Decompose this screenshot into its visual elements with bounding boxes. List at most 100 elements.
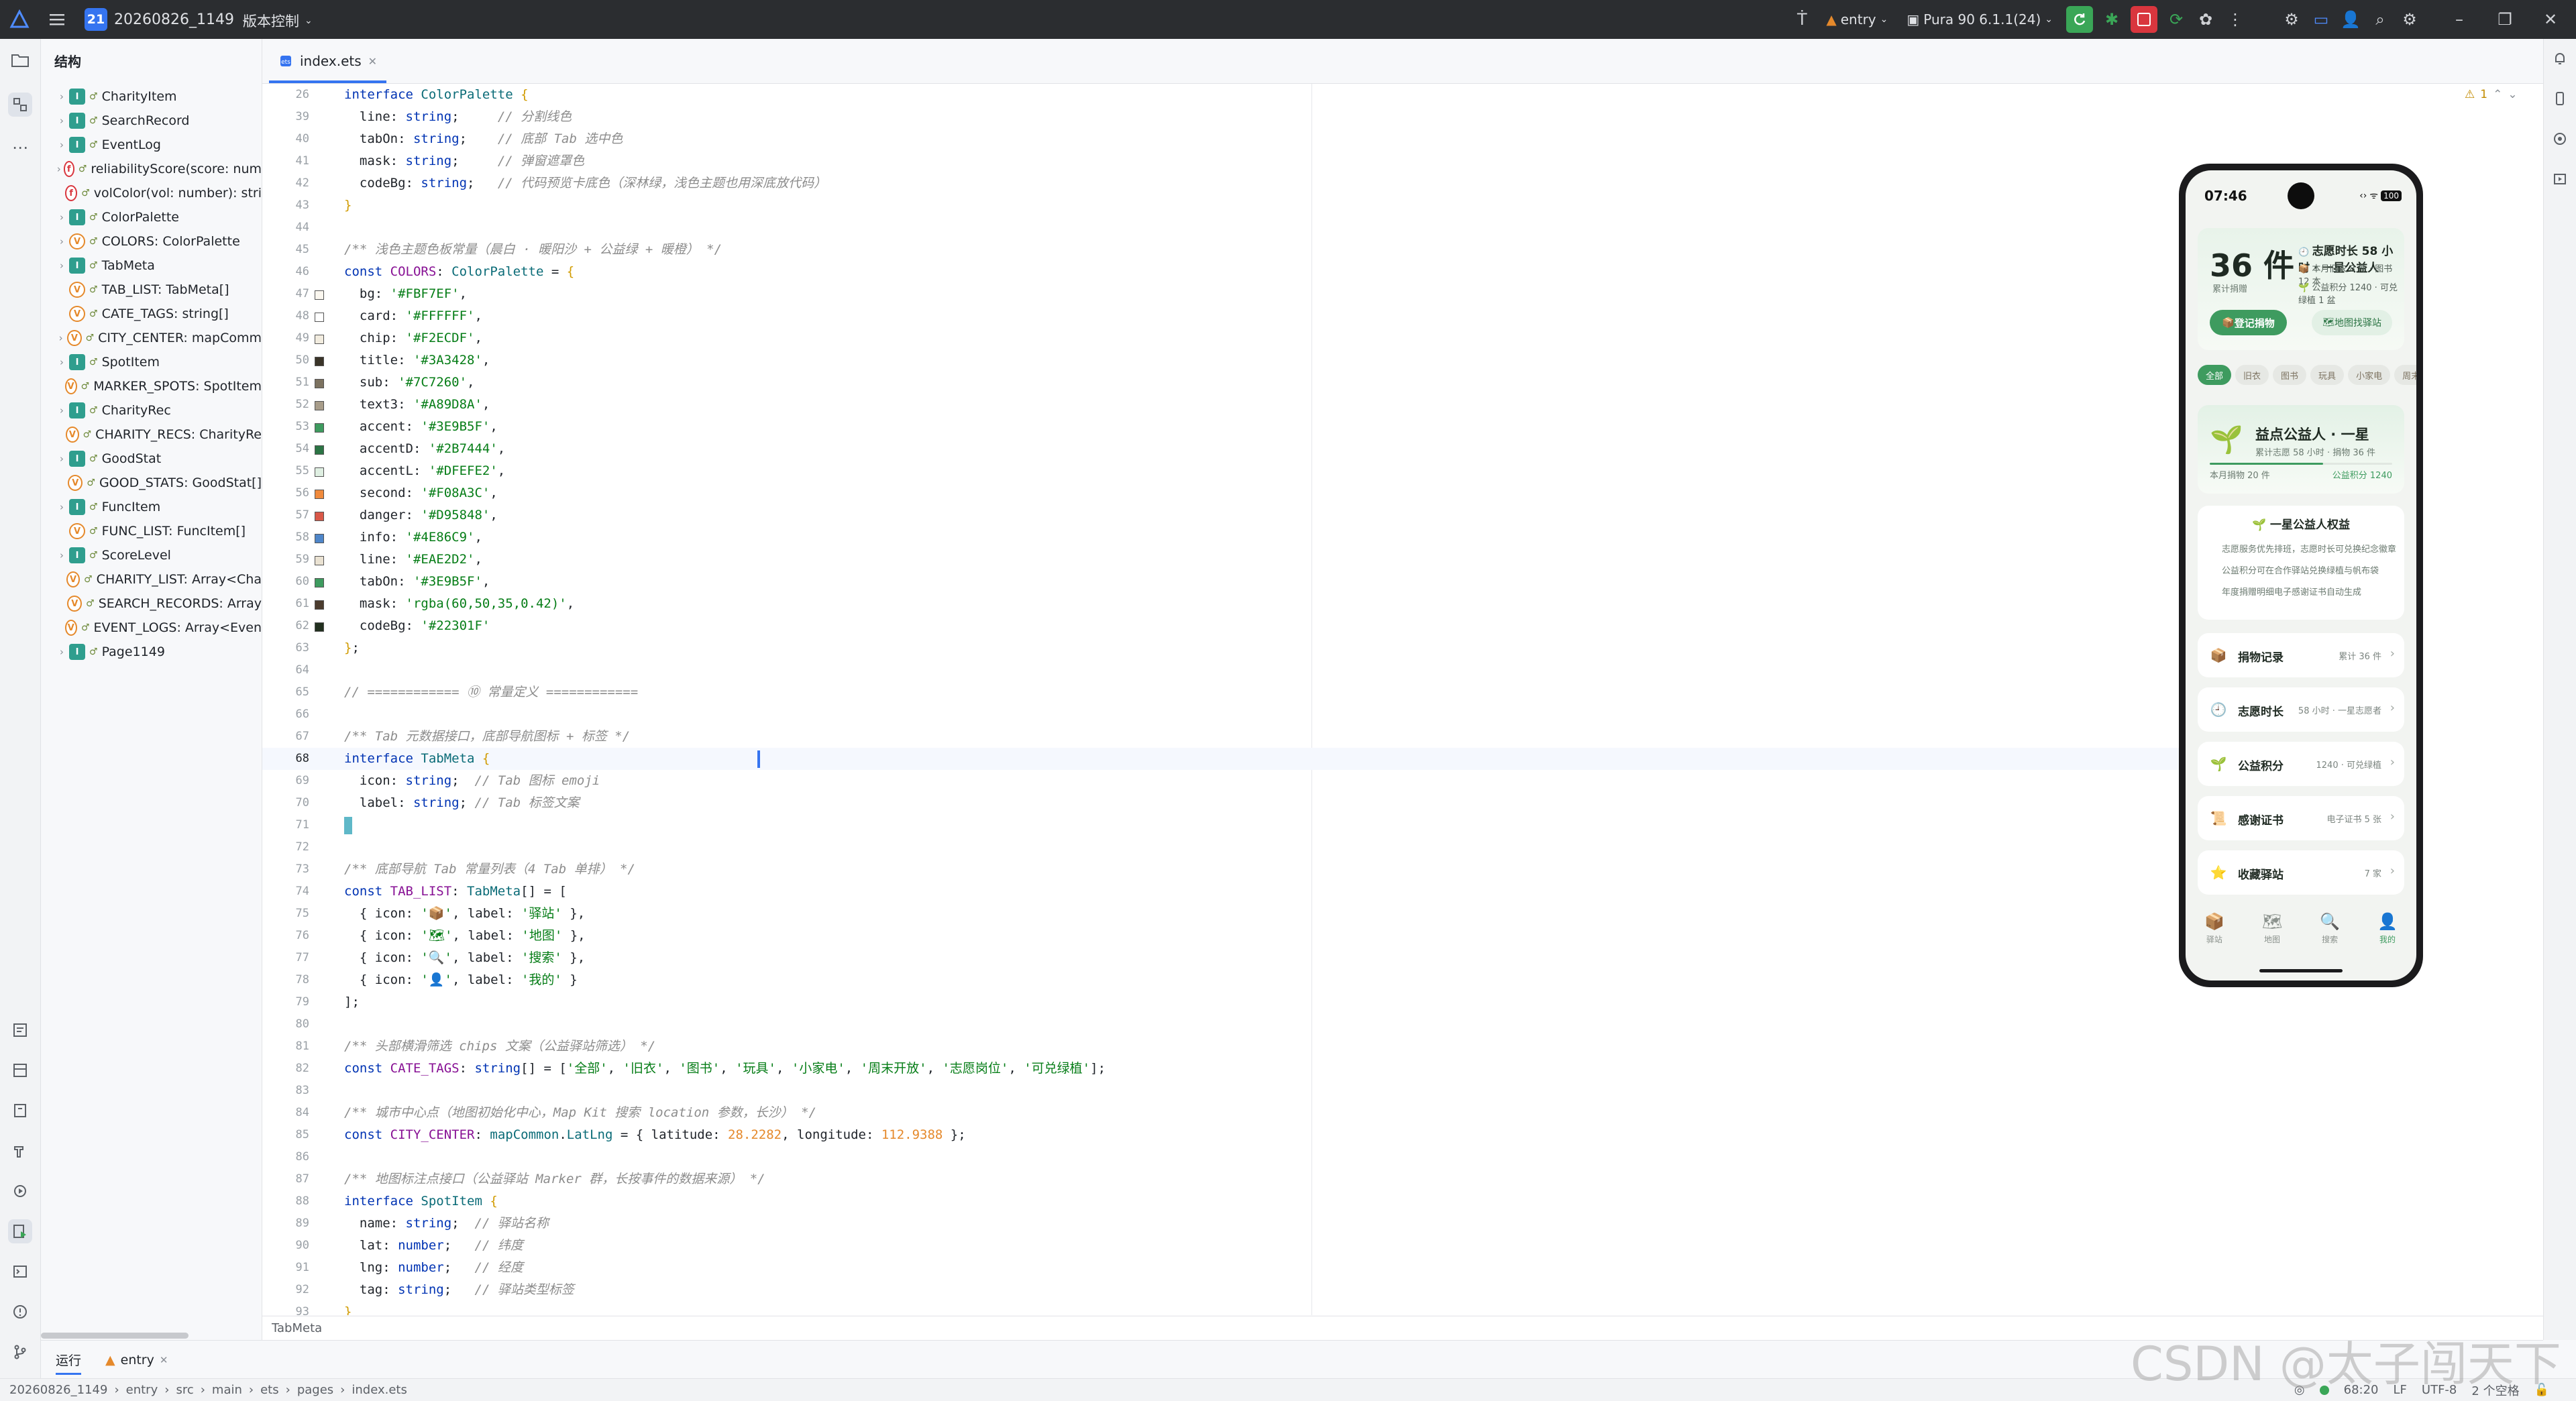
chevron-right-icon[interactable]: › <box>54 356 69 368</box>
color-swatch-icon[interactable] <box>315 467 324 477</box>
chevron-right-icon[interactable]: › <box>54 646 69 658</box>
category-chip[interactable]: 玩具 <box>2310 365 2345 385</box>
structure-item[interactable]: V ♂ EVENT_LOGS: Array<Even <box>41 616 262 640</box>
restore-icon[interactable]: ❐ <box>2490 5 2520 34</box>
structure-icon[interactable] <box>8 93 32 117</box>
menu-item[interactable]: 📜 感谢证书 电子证书 5 张 › <box>2198 796 2404 840</box>
log-icon[interactable] <box>8 1058 32 1082</box>
vcs-menu[interactable]: 版本控制 ⌄ <box>243 11 313 31</box>
project-folder-icon[interactable] <box>8 48 32 72</box>
chevron-right-icon[interactable]: › <box>54 453 69 465</box>
color-swatch-icon[interactable] <box>315 490 324 499</box>
tab-close-icon[interactable]: ✕ <box>368 55 377 68</box>
device-selector[interactable]: ▣ Pura 90 6.1.1(24) ⌄ <box>1907 11 2053 27</box>
structure-item[interactable]: V ♂ TAB_LIST: TabMeta[] <box>41 278 262 302</box>
git-branch-icon[interactable] <box>8 1340 32 1364</box>
structure-horizontal-scrollbar[interactable] <box>41 1331 262 1340</box>
module-selector[interactable]: ▲ entry ⌄ <box>1826 11 1888 27</box>
inspection-widget[interactable]: ⚠ 1 ⌃ ⌄ <box>2465 88 2518 101</box>
structure-item[interactable]: › I ♂ CharityRec <box>41 398 262 423</box>
close-icon[interactable]: ✕ <box>2536 5 2565 34</box>
apply-changes-icon[interactable]: ⟳ <box>2161 5 2191 34</box>
menu-item[interactable]: 🌱 公益积分 1240 · 可兑绿植 › <box>2198 742 2404 786</box>
path-crumb[interactable]: pages <box>297 1383 333 1397</box>
color-swatch-icon[interactable] <box>315 401 324 410</box>
path-crumb[interactable]: index.ets <box>352 1383 407 1397</box>
main-menu-icon[interactable] <box>47 9 67 30</box>
path-crumb[interactable]: entry <box>126 1383 158 1397</box>
run-tool-icon[interactable] <box>8 1219 32 1243</box>
path-crumb[interactable]: 20260826_1149 <box>9 1383 107 1397</box>
structure-item[interactable]: › I ♂ ScoreLevel <box>41 543 262 567</box>
previewer-icon[interactable] <box>2550 169 2570 189</box>
color-swatch-icon[interactable] <box>315 445 324 455</box>
category-chip[interactable]: 全部 <box>2198 365 2232 385</box>
structure-item[interactable]: › I ♂ CharityItem <box>41 85 262 109</box>
settings-gear-icon[interactable]: ⚙ <box>2395 5 2424 34</box>
run-config-tab[interactable]: ▲ entry ✕ <box>105 1341 168 1379</box>
menu-item[interactable]: 📦 捐物记录 累计 36 件 › <box>2198 633 2404 677</box>
path-crumb[interactable]: main <box>212 1383 242 1397</box>
color-swatch-icon[interactable] <box>315 313 324 322</box>
run-button[interactable] <box>2066 6 2093 33</box>
tab-close-icon[interactable]: ✕ <box>160 1354 168 1366</box>
chevron-right-icon[interactable]: › <box>54 549 69 561</box>
bottom-tab-item[interactable]: 📦 驿站 <box>2204 912 2224 954</box>
color-swatch-icon[interactable] <box>315 423 324 433</box>
category-chip[interactable]: 小家电 <box>2348 365 2391 385</box>
chevron-right-icon[interactable]: › <box>54 115 69 127</box>
structure-item[interactable]: › f ♂ reliabilityScore(score: num <box>41 157 262 181</box>
structure-item[interactable]: › I ♂ EventLog <box>41 133 262 157</box>
chevron-up-icon[interactable]: ⌃ <box>2493 88 2502 101</box>
account-icon[interactable]: 👤 <box>2336 5 2365 34</box>
structure-item[interactable]: › V ♂ CITY_CENTER: mapComm <box>41 326 262 350</box>
bottom-tab-item[interactable]: 🗺 地图 <box>2262 912 2282 954</box>
category-chip[interactable]: 图书 <box>2273 365 2307 385</box>
color-swatch-icon[interactable] <box>315 600 324 610</box>
structure-item[interactable]: f ♂ volColor(vol: number): stri <box>41 181 262 205</box>
structure-item[interactable]: › I ♂ Page1149 <box>41 640 262 664</box>
bottom-tab-item[interactable]: 👤 我的 <box>2377 912 2398 954</box>
editor-vertical-scrollbar[interactable] <box>2534 84 2543 1315</box>
minimize-icon[interactable]: – <box>2445 5 2474 34</box>
structure-item[interactable]: V ♂ FUNC_LIST: FuncItem[] <box>41 519 262 543</box>
structure-item[interactable]: › I ♂ TabMeta <box>41 254 262 278</box>
warning-circle-icon[interactable] <box>8 1300 32 1324</box>
chevron-right-icon[interactable]: › <box>54 91 69 103</box>
todo-icon[interactable] <box>8 1018 32 1042</box>
color-swatch-icon[interactable] <box>315 578 324 587</box>
chevron-right-icon[interactable]: › <box>54 501 69 513</box>
stop-button[interactable] <box>2131 6 2157 33</box>
notifications-bell-icon[interactable] <box>2550 48 2570 68</box>
path-crumb[interactable]: src <box>176 1383 193 1397</box>
register-donation-button[interactable]: 📦 登记捐物 <box>2210 310 2287 335</box>
color-swatch-icon[interactable] <box>315 357 324 366</box>
services-icon[interactable] <box>8 1179 32 1203</box>
category-chip[interactable]: 周末开放 <box>2394 365 2416 385</box>
chevron-right-icon[interactable]: › <box>54 235 69 247</box>
color-swatch-icon[interactable] <box>315 379 324 388</box>
color-swatch-icon[interactable] <box>315 290 324 300</box>
structure-item[interactable]: V ♂ CHARITY_RECS: CharityRe <box>41 423 262 447</box>
structure-item[interactable]: V ♂ GOOD_STATS: GoodStat[] <box>41 471 262 495</box>
color-swatch-icon[interactable] <box>315 512 324 521</box>
device-manager-icon[interactable]: ⚙ <box>2277 5 2306 34</box>
structure-item[interactable]: V ♂ CATE_TAGS: string[] <box>41 302 262 326</box>
terminal-icon[interactable] <box>8 1259 32 1284</box>
project-selector[interactable]: 21 20260826_1149 ⌄ <box>85 7 249 32</box>
structure-item[interactable]: V ♂ SEARCH_RECORDS: Array <box>41 592 262 616</box>
color-swatch-icon[interactable] <box>315 335 324 344</box>
device-manager-icon[interactable] <box>2550 89 2570 109</box>
app-logo-icon[interactable] <box>9 9 30 30</box>
tab-index-ets[interactable]: ets index.ets ✕ <box>269 39 387 83</box>
chevron-right-icon[interactable]: › <box>54 260 69 272</box>
structure-item[interactable]: › I ♂ SpotItem <box>41 350 262 374</box>
structure-item[interactable]: V ♂ MARKER_SPOTS: SpotItem <box>41 374 262 398</box>
chevron-down-icon[interactable]: ⌄ <box>2508 88 2517 101</box>
menu-item[interactable]: ⭐ 收藏驿站 7 家 › <box>2198 850 2404 895</box>
find-station-button[interactable]: 🗺 地图找驿站 <box>2312 310 2392 335</box>
category-chip[interactable]: 旧衣 <box>2235 365 2269 385</box>
level-card[interactable]: 🌱 益点公益人 · 一星 累计志愿 58 小时 · 捐物 36 件 本月捐物 2… <box>2198 405 2404 494</box>
more-actions-icon[interactable]: ⋮ <box>2220 5 2250 34</box>
structure-item[interactable]: › I ♂ GoodStat <box>41 447 262 471</box>
